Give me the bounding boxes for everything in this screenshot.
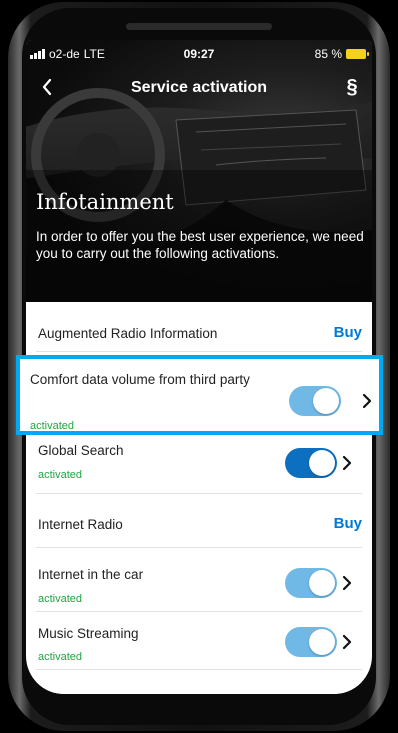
service-row-internet-radio: Internet Radio Buy: [36, 494, 362, 548]
service-label: Internet in the car: [38, 567, 144, 582]
legal-button[interactable]: §: [338, 72, 366, 102]
battery-percent: 85 %: [314, 47, 342, 61]
service-label: Music Streaming: [38, 626, 139, 641]
chevron-right-icon[interactable]: [340, 634, 354, 650]
service-status: activated: [38, 651, 83, 663]
hero-banner: o2-de LTE 09:27 85 % Service activation …: [26, 40, 372, 302]
service-status: activated: [30, 420, 75, 432]
service-toggle[interactable]: [289, 386, 341, 416]
chevron-right-icon[interactable]: [360, 393, 374, 409]
service-label: Augmented Radio Information: [38, 326, 218, 341]
buy-button[interactable]: Buy: [334, 515, 362, 532]
hero-title: Infotainment: [36, 190, 174, 214]
service-toggle[interactable]: [285, 448, 337, 478]
service-row-comfort-data-highlighted: Comfort data volume from third party act…: [16, 355, 383, 435]
status-bar: o2-de LTE 09:27 85 %: [26, 40, 372, 66]
navigation-bar: Service activation §: [26, 70, 372, 104]
buy-button[interactable]: Buy: [334, 324, 362, 341]
hero-description: In order to offer you the best user expe…: [36, 229, 364, 261]
service-row-global-search: Global Search activated: [36, 434, 362, 494]
service-toggle[interactable]: [285, 568, 337, 598]
service-row-internet-in-car: Internet in the car activated: [36, 548, 362, 612]
service-status: activated: [38, 593, 83, 605]
chevron-right-icon[interactable]: [340, 575, 354, 591]
chevron-right-icon[interactable]: [340, 455, 354, 471]
phone-frame: o2-de LTE 09:27 85 % Service activation …: [0, 0, 398, 733]
service-row-augmented-radio: Augmented Radio Information Buy: [36, 302, 362, 352]
service-label: Comfort data volume from third party: [30, 372, 250, 387]
screen-bottom: [26, 682, 372, 694]
service-label: Global Search: [38, 443, 124, 458]
service-toggle[interactable]: [285, 627, 337, 657]
service-status: activated: [38, 469, 83, 481]
page-title: Service activation: [130, 79, 268, 96]
service-row-music-streaming: Music Streaming activated: [36, 612, 362, 670]
status-right: 85 %: [314, 47, 369, 61]
battery-icon: [346, 49, 369, 59]
phone-speaker: [126, 23, 272, 30]
service-label: Internet Radio: [38, 517, 123, 532]
